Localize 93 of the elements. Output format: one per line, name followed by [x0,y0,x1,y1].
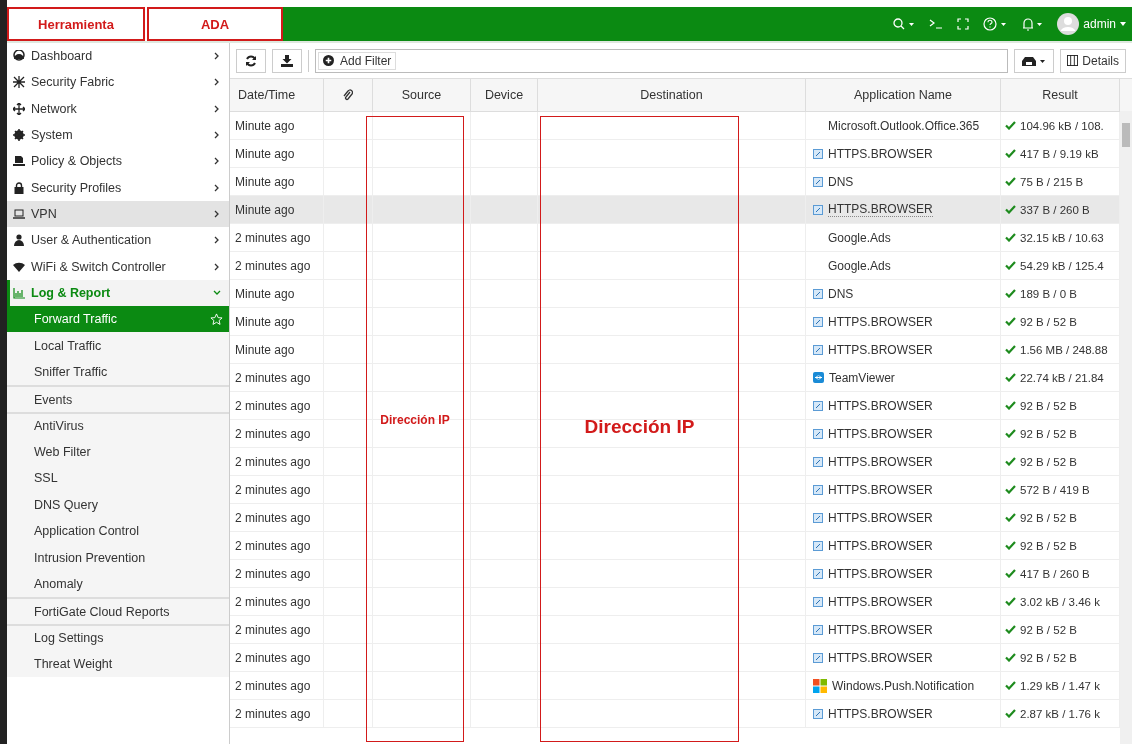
menu-label: Security Fabric [31,75,116,90]
table-cell: TeamViewer [829,370,895,385]
table-cell: 2 minutes ago [230,364,324,391]
table-cell: Minute ago [230,308,324,335]
user-name: admin [1083,17,1116,31]
table-cell: Minute ago [230,140,324,167]
menu-label: Dashboard [31,49,94,64]
table-cell: 92 B / 52 B [1020,511,1077,524]
table-cell: 3.02 kB / 3.46 k [1020,595,1100,608]
table-cell: Windows.Push.Notification [832,678,975,693]
table-cell: HTTPS.BROWSER [828,398,933,413]
table-cell: 92 B / 52 B [1020,427,1077,440]
table-cell: 1.56 MB / 248.88 [1020,343,1108,356]
table-cell: HTTPS.BROWSER [828,510,933,525]
table-cell: 2 minutes ago [230,392,324,419]
table-cell: 2 minutes ago [230,448,324,475]
table-cell: DNS [828,286,854,301]
table-cell: HTTPS.BROWSER [828,538,933,553]
table-cell: HTTPS.BROWSER [828,706,933,721]
table-cell: Google.Ads [828,258,891,273]
table-cell: 337 B / 260 B [1020,203,1090,216]
table-cell: 92 B / 52 B [1020,455,1077,468]
menu-label: Forward Traffic [34,312,118,327]
menu-label: Application Control [34,524,139,539]
menu-label: User & Authentication [31,233,153,248]
table-cell: Minute ago [230,280,324,307]
menu-label: Sniffer Traffic [34,365,108,380]
table-cell: HTTPS.BROWSER [828,342,933,357]
table-cell: 22.74 kB / 21.84 [1020,371,1104,384]
menu-label: Local Traffic [34,338,102,353]
table-cell: 2 minutes ago [230,532,324,559]
table-cell: 2 minutes ago [230,588,324,615]
table-cell: 54.29 kB / 125.4 [1020,259,1104,272]
table-cell: 92 B / 52 B [1020,651,1077,664]
table-cell: 92 B / 52 B [1020,315,1077,328]
menu-label: DNS Query [34,497,98,512]
table-cell: HTTPS.BROWSER [828,146,933,161]
table-cell: 32.15 kB / 10.63 [1020,231,1104,244]
table-cell: 572 B / 419 B [1020,483,1090,496]
annotation-label: ADA [147,7,283,41]
menu-label: Policy & Objects [31,154,123,169]
table-cell: 2 minutes ago [230,560,324,587]
table-cell: 1.29 kB / 1.47 k [1020,679,1100,692]
menu-label: VPN [31,206,58,221]
table-cell: DNS [828,174,854,189]
table-cell: 2 minutes ago [230,420,324,447]
table-cell: Minute ago [230,196,324,223]
menu-label: System [31,128,74,143]
table-cell: 2 minutes ago [230,224,324,251]
table-cell: 417 B / 260 B [1020,567,1090,580]
table-cell: Minute ago [230,168,324,195]
table-cell: HTTPS.BROWSER [828,622,933,637]
table-cell: HTTPS.BROWSER [828,566,933,581]
table-cell: HTTPS.BROWSER [828,454,933,469]
menu-label: Events [34,392,73,407]
menu-label: Network [31,101,78,116]
table-cell: HTTPS.BROWSER [828,482,933,497]
table-cell: 92 B / 52 B [1020,399,1077,412]
table-cell: 189 B / 0 B [1020,287,1077,300]
menu-label: Intrusion Prevention [34,550,146,565]
menu-label: Log Settings [34,631,104,646]
table-cell: HTTPS.BROWSER [828,650,933,665]
table-cell: 417 B / 9.19 kB [1020,147,1099,160]
table-cell: 2.87 kB / 1.76 k [1020,707,1100,720]
menu-label: Anomaly [34,577,83,592]
table-cell: 2 minutes ago [230,672,324,699]
menu-label: AntiVirus [34,419,84,434]
menu-label: Security Profiles [31,180,123,195]
table-cell: 92 B / 52 B [1020,539,1077,552]
menu-label: Log & Report [31,285,112,300]
table-cell: HTTPS.BROWSER [828,594,933,609]
table-cell: 2 minutes ago [230,504,324,531]
menu-label: Threat Weight [34,656,113,671]
table-cell: HTTPS.BROWSER [828,426,933,441]
table-cell: 2 minutes ago [230,644,324,671]
table-cell: 2 minutes ago [230,616,324,643]
table-cell: HTTPS.BROWSER [828,314,933,329]
menu-label: FortiGate Cloud Reports [34,604,170,619]
table-cell: 104.96 kB / 108. [1020,119,1104,132]
table-cell: 2 minutes ago [230,700,324,727]
table-cell: 2 minutes ago [230,476,324,503]
table-cell: 75 B / 215 B [1020,175,1084,188]
table-cell: HTTPS.BROWSER [828,202,933,217]
menu-label: SSL [34,471,58,486]
annotation-label: Herramienta [7,7,145,41]
table-cell: Google.Ads [828,230,891,245]
table-cell: Minute ago [230,336,324,363]
menu-label: Web Filter [34,444,91,459]
menu-label: WiFi & Switch Controller [31,259,167,274]
table-cell: Microsoft.Outlook.Office.365 [828,118,980,133]
table-cell: 92 B / 52 B [1020,623,1077,636]
table-cell: 2 minutes ago [230,252,324,279]
table-cell: Minute ago [230,112,324,139]
